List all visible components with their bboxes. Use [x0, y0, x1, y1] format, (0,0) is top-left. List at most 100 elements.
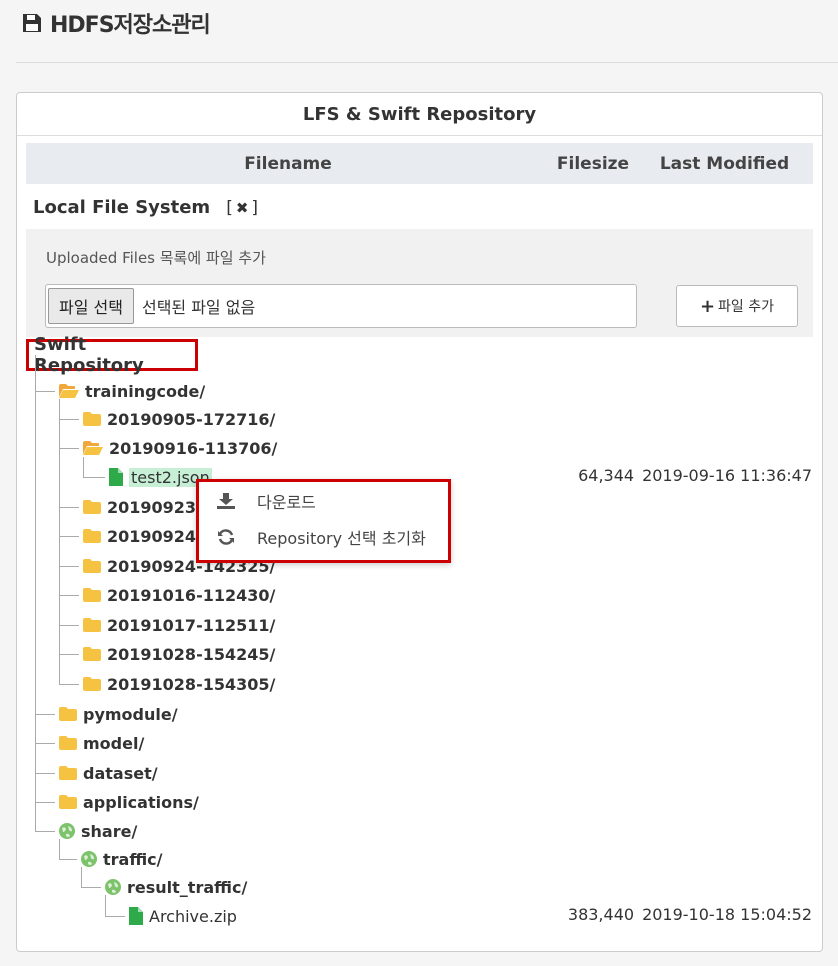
tree-item-label: trainingcode/	[85, 381, 206, 401]
tree-item-label: 20191016-112430/	[107, 585, 276, 605]
tree-connector	[59, 625, 79, 626]
folder-open-icon	[83, 441, 103, 455]
folder-icon	[83, 412, 101, 426]
tree-connector	[59, 536, 79, 537]
upload-label: Uploaded Files 목록에 파일 추가	[46, 249, 266, 267]
tree-connector	[83, 477, 105, 478]
folder-icon	[83, 647, 101, 661]
tree-item[interactable]: 20190905-172716/	[83, 408, 275, 430]
globe-icon	[59, 823, 75, 839]
globe-icon	[81, 851, 97, 867]
tree-item-label: 20191017-112511/	[107, 615, 276, 635]
tree-item-label: Archive.zip	[149, 906, 237, 926]
tree-item[interactable]: traffic/	[81, 848, 163, 870]
folder-icon	[59, 766, 77, 780]
tree-item[interactable]: 20191028-154245/	[83, 643, 275, 665]
tree-item-label: result_traffic/	[127, 877, 248, 897]
choose-file-button[interactable]: 파일 선택	[48, 288, 134, 324]
column-last-modified[interactable]: Last Modified	[636, 154, 813, 174]
tree-item-label: share/	[81, 821, 138, 841]
tree-connector	[81, 867, 82, 887]
file-input[interactable]: 파일 선택 선택된 파일 없음	[45, 284, 637, 328]
tree-connector	[59, 399, 60, 684]
tree-connector	[35, 773, 55, 774]
tree-item-label: pymodule/	[83, 704, 178, 724]
tree-item-label: model/	[83, 733, 145, 753]
tree-item[interactable]: 20191028-154305/	[83, 673, 275, 695]
divider	[16, 62, 838, 63]
tree-connector	[59, 448, 79, 449]
plus-icon: +	[699, 295, 716, 317]
tree-item[interactable]: 20191017-112511/	[83, 614, 275, 636]
tree-connector	[59, 859, 77, 860]
tree-item-label: dataset/	[83, 763, 158, 783]
tree-item[interactable]: model/	[59, 732, 144, 754]
file-icon	[129, 907, 143, 925]
tree-connector	[81, 887, 101, 888]
globe-icon	[105, 879, 121, 895]
add-file-button[interactable]: + 파일 추가	[676, 285, 798, 327]
local-file-system-title: Local File System [ ✖ ]	[33, 197, 258, 218]
tree-connector	[35, 714, 55, 715]
swift-repository-label: Swift Repository	[34, 334, 144, 376]
context-menu: 다운로드 Repository 선택 초기화	[196, 479, 451, 563]
save-icon	[23, 14, 41, 32]
local-file-system-label: Local File System	[33, 197, 211, 218]
download-icon	[217, 493, 235, 509]
tree-connector	[59, 419, 79, 420]
folder-icon	[83, 559, 101, 573]
tree-item[interactable]: 20190916-113706/	[83, 437, 277, 459]
column-filename[interactable]: Filename	[26, 154, 550, 174]
folder-icon	[83, 588, 101, 602]
tree-connector	[59, 507, 79, 508]
context-menu-reset[interactable]: Repository 선택 초기화	[217, 524, 426, 550]
tree-connector	[35, 802, 55, 803]
tree-item-label: traffic/	[103, 849, 163, 869]
tree-connector	[35, 391, 55, 392]
tree-item[interactable]: dataset/	[59, 762, 158, 784]
tree-connector	[59, 684, 79, 685]
panel-title: LFS & Swift Repository	[17, 93, 822, 136]
tree-item-label: 20191028-154305/	[107, 674, 276, 694]
folder-icon	[83, 529, 101, 543]
tree-connector	[83, 457, 84, 477]
tree-connector	[35, 743, 55, 744]
folder-icon	[83, 677, 101, 691]
tree-item-label: 20190905-172716/	[107, 409, 276, 429]
file-meta: 64,344 2019-09-16 11:36:47	[578, 466, 812, 485]
tree-connector	[35, 355, 36, 831]
file-icon	[109, 468, 123, 486]
bracket-open: [	[226, 197, 233, 218]
context-menu-download-label: 다운로드	[257, 493, 316, 512]
tree-connector	[59, 654, 79, 655]
swift-repository-title: Swift Repository	[26, 334, 198, 376]
tree-connector	[59, 566, 79, 567]
folder-icon	[59, 707, 77, 721]
page-title-text: HDFS저장소관리	[50, 13, 211, 38]
close-icon[interactable]: ✖	[236, 199, 249, 217]
upload-section: Uploaded Files 목록에 파일 추가 파일 선택 선택된 파일 없음…	[26, 229, 813, 337]
column-filesize[interactable]: Filesize	[550, 154, 636, 174]
file-modified: 2019-10-18 15:04:52	[642, 905, 812, 924]
tree-item[interactable]: result_traffic/	[105, 876, 247, 898]
folder-open-icon	[59, 384, 79, 398]
tree-connector	[35, 831, 55, 832]
tree-connector	[59, 595, 79, 596]
tree-item[interactable]: share/	[59, 820, 137, 842]
tree-connector	[105, 916, 125, 917]
tree-item-label: 20191028-154245/	[107, 644, 276, 664]
tree-item-label: applications/	[83, 792, 199, 812]
tree-item[interactable]: Archive.zip	[129, 905, 237, 927]
file-modified: 2019-09-16 11:36:47	[642, 466, 812, 485]
tree-item[interactable]: applications/	[59, 791, 199, 813]
context-menu-reset-label: Repository 선택 초기화	[257, 529, 426, 548]
tree-item[interactable]: 20191016-112430/	[83, 584, 275, 606]
refresh-icon	[218, 529, 234, 545]
context-menu-download[interactable]: 다운로드	[217, 488, 316, 514]
local-file-system-close: [ ✖ ]	[226, 198, 258, 218]
tree-item[interactable]: trainingcode/	[59, 380, 205, 402]
folder-icon	[59, 736, 77, 750]
folder-icon	[83, 500, 101, 514]
tree-item-label: 20190916-113706/	[109, 438, 278, 458]
tree-item[interactable]: pymodule/	[59, 703, 178, 725]
